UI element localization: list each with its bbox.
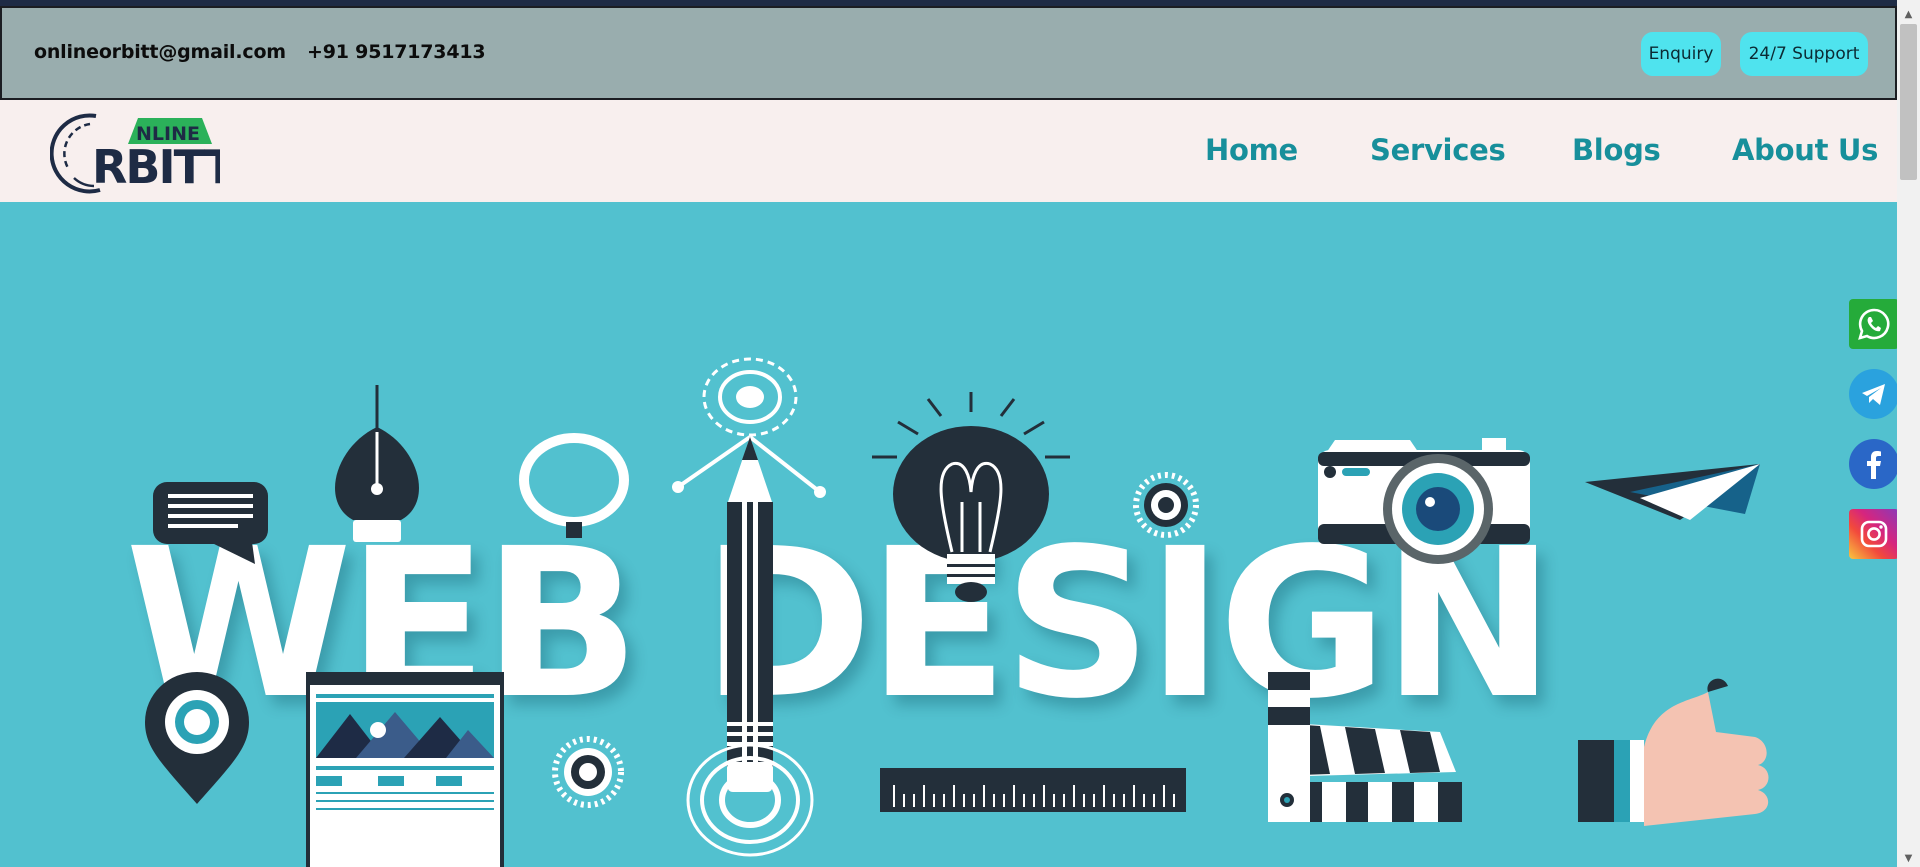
nav-blogs[interactable]: Blogs bbox=[1572, 133, 1661, 167]
brand-logo[interactable]: NLINE RBITT bbox=[50, 108, 220, 198]
chat-bubble-icon bbox=[153, 482, 268, 564]
telegram-icon[interactable] bbox=[1849, 369, 1899, 419]
small-gear-icon bbox=[552, 736, 624, 808]
support-button[interactable]: 24/7 Support bbox=[1740, 32, 1868, 76]
vertical-scrollbar[interactable]: ▲ ▼ bbox=[1897, 0, 1920, 867]
main-navbar: NLINE RBITT Home Services Blogs About Us bbox=[0, 100, 1897, 202]
hero-illustration bbox=[145, 357, 1769, 867]
magnifier-icon bbox=[519, 433, 629, 538]
nav-home[interactable]: Home bbox=[1205, 133, 1298, 167]
web-page-icon bbox=[306, 672, 504, 867]
instagram-icon[interactable] bbox=[1849, 509, 1899, 559]
contact-bar: onlineorbitt@gmail.com +91 9517173413 En… bbox=[0, 6, 1897, 100]
hero-banner: WEB DESIGN bbox=[0, 202, 1897, 867]
pencil-icon bbox=[686, 437, 814, 857]
lightbulb-icon bbox=[872, 392, 1070, 602]
nav-services[interactable]: Services bbox=[1370, 133, 1506, 167]
facebook-icon[interactable] bbox=[1849, 439, 1899, 489]
paper-plane-icon bbox=[1585, 464, 1760, 520]
scroll-down-arrow-icon[interactable]: ▼ bbox=[1897, 850, 1920, 867]
whatsapp-icon[interactable] bbox=[1849, 299, 1899, 349]
thumbs-up-icon bbox=[1578, 678, 1769, 826]
contact-phone[interactable]: +91 9517173413 bbox=[307, 41, 486, 63]
contact-email[interactable]: onlineorbitt@gmail.com bbox=[34, 41, 286, 63]
camera-icon bbox=[1318, 438, 1530, 564]
scroll-thumb[interactable] bbox=[1900, 24, 1917, 180]
logo-text-main: RBITT bbox=[92, 140, 220, 194]
ruler-icon bbox=[880, 768, 1186, 812]
gear-icon bbox=[1133, 472, 1199, 538]
scroll-up-arrow-icon[interactable]: ▲ bbox=[1897, 6, 1920, 23]
clapperboard-icon bbox=[1268, 672, 1462, 822]
location-pin-icon bbox=[145, 672, 249, 804]
enquiry-button[interactable]: Enquiry bbox=[1641, 32, 1721, 76]
pen-nib-icon bbox=[335, 385, 419, 542]
nav-about-us[interactable]: About Us bbox=[1732, 133, 1878, 167]
